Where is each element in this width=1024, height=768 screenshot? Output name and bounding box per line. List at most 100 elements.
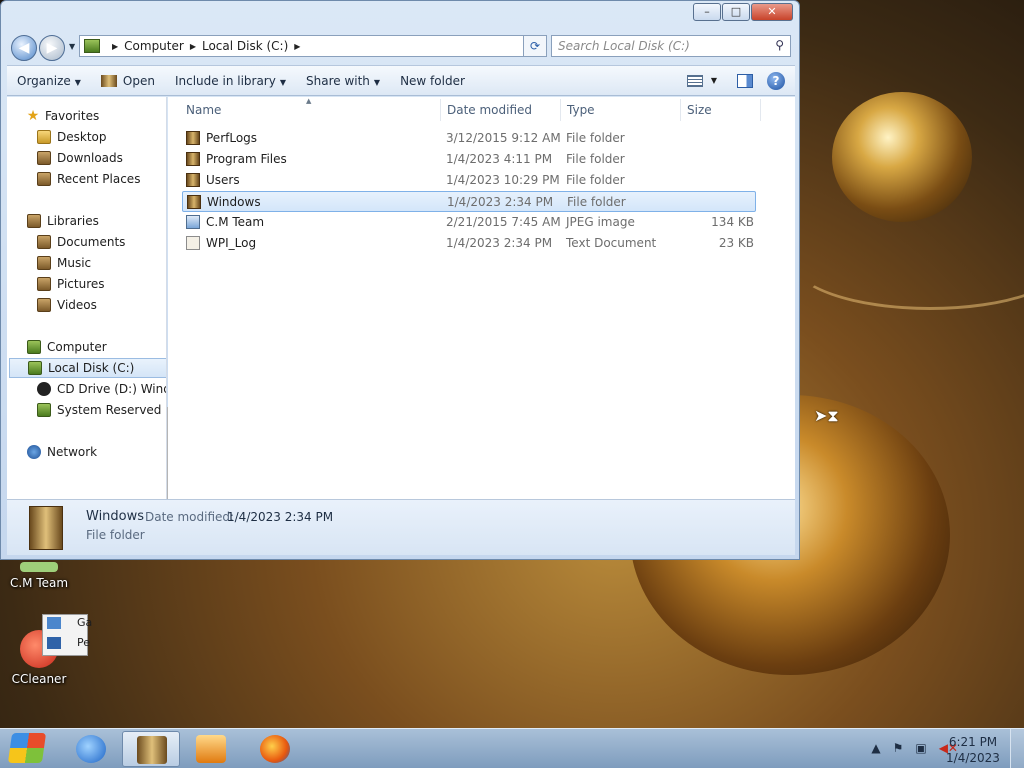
search-placeholder: Search Local Disk (C:) xyxy=(558,39,690,53)
address-bar[interactable]: ▶ Computer ▶ Local Disk (C:) ▶ ▼ xyxy=(79,35,547,57)
cd-drive-icon xyxy=(37,382,51,396)
column-header-date[interactable]: Date modified xyxy=(447,103,532,117)
folder-icon xyxy=(186,152,200,166)
file-size: 23 KB xyxy=(718,236,754,250)
breadcrumb-computer[interactable]: Computer xyxy=(124,39,184,53)
nav-network[interactable]: Network xyxy=(27,442,97,462)
nav-cd-drive[interactable]: CD Drive (D:) Windo xyxy=(37,379,166,399)
menu-item-fragment[interactable]: Pe xyxy=(77,636,90,649)
nav-label: Libraries xyxy=(47,214,99,228)
include-in-library-button[interactable]: Include in library ▼ xyxy=(165,74,296,88)
chevron-right-icon[interactable]: ▶ xyxy=(112,42,118,51)
file-row-wpi-log[interactable]: WPI_Log 1/4/2023 2:34 PM Text Document 2… xyxy=(182,233,756,254)
taskbar-firefox[interactable] xyxy=(246,731,304,767)
busy-cursor-icon: ➤⧗ xyxy=(814,406,839,425)
music-icon xyxy=(37,256,51,270)
folder-icon xyxy=(186,173,200,187)
column-divider[interactable] xyxy=(760,99,761,121)
nav-libraries[interactable]: Libraries xyxy=(27,211,99,231)
chevron-right-icon[interactable]: ▶ xyxy=(190,42,196,51)
network-status-icon[interactable]: ▣ xyxy=(915,741,926,755)
folder-icon xyxy=(187,195,201,209)
open-button[interactable]: Open xyxy=(91,74,165,88)
new-folder-button[interactable]: New folder xyxy=(390,74,475,88)
chevron-down-icon[interactable]: ▼ xyxy=(711,76,717,85)
taskbar-media-player[interactable] xyxy=(182,731,240,767)
nav-music[interactable]: Music xyxy=(37,253,91,273)
search-input[interactable]: Search Local Disk (C:) ⚲ xyxy=(551,35,791,57)
breadcrumb-local-disk[interactable]: Local Disk (C:) xyxy=(202,39,288,53)
desktop-icon-cm-team[interactable]: C.M Team xyxy=(4,562,74,590)
toolbar-right: ▼ ? xyxy=(679,71,795,90)
maximize-button[interactable]: □ xyxy=(722,3,750,21)
include-label: Include in library xyxy=(174,73,276,88)
close-button[interactable]: ✕ xyxy=(751,3,793,21)
nav-label: Videos xyxy=(57,298,97,312)
nav-favorites[interactable]: ★ Favorites xyxy=(25,106,100,126)
forward-button[interactable]: ▶ xyxy=(39,35,65,61)
nav-recent-places[interactable]: Recent Places xyxy=(37,169,140,189)
navigation-bar: ◀ ▶ ▼ ▶ Computer ▶ Local Disk (C:) ▶ ▼ ⟳… xyxy=(7,33,795,61)
file-row-users[interactable]: Users 1/4/2023 10:29 PM File folder xyxy=(182,170,756,191)
change-view-icon[interactable] xyxy=(686,74,703,87)
file-size: 134 KB xyxy=(711,215,754,229)
nav-label: Pictures xyxy=(57,277,105,291)
back-button[interactable]: ◀ xyxy=(11,35,37,61)
chevron-right-icon[interactable]: ▶ xyxy=(294,42,300,51)
help-icon[interactable]: ? xyxy=(767,71,785,90)
clock[interactable]: 6:21 PM 1/4/2023 xyxy=(938,734,1008,766)
command-bar: Organize ▼ Open Include in library ▼ Share… xyxy=(7,65,795,96)
nav-computer[interactable]: Computer xyxy=(27,337,107,357)
column-header-size[interactable]: Size xyxy=(687,103,712,117)
videos-icon xyxy=(37,298,51,312)
recent-places-icon xyxy=(37,172,51,186)
file-row-program-files[interactable]: Program Files 1/4/2023 4:11 PM File fold… xyxy=(182,149,756,170)
show-hidden-icons-icon[interactable]: ▲ xyxy=(871,741,880,755)
file-row-perflogs[interactable]: PerfLogs 3/12/2015 9:12 AM File folder xyxy=(182,128,756,149)
pictures-icon xyxy=(37,277,51,291)
context-menu-fragment: Ga Pe xyxy=(42,614,92,656)
file-row-cm-team[interactable]: C.M Team 2/21/2015 7:45 AM JPEG image 13… xyxy=(182,212,756,233)
folder-icon xyxy=(186,131,200,145)
minimize-button[interactable]: – xyxy=(693,3,721,21)
star-icon: ★ xyxy=(26,108,40,124)
share-with-button[interactable]: Share with ▼ xyxy=(296,74,390,88)
firefox-icon xyxy=(260,735,290,763)
nav-system-reserved[interactable]: System Reserved (Q: xyxy=(37,400,166,420)
details-modified-label: Date modified: xyxy=(145,510,235,524)
nav-desktop[interactable]: Desktop xyxy=(37,127,107,147)
file-name: WPI_Log xyxy=(206,236,257,250)
file-type: File folder xyxy=(567,195,626,209)
column-divider[interactable] xyxy=(440,99,441,121)
column-header-type[interactable]: Type xyxy=(567,103,595,117)
action-center-flag-icon[interactable]: ⚑ xyxy=(893,741,904,755)
network-icon xyxy=(27,445,41,459)
column-divider[interactable] xyxy=(680,99,681,121)
taskbar-windows-explorer[interactable] xyxy=(122,731,180,767)
file-type: File folder xyxy=(566,173,625,187)
preview-pane-icon[interactable] xyxy=(737,73,753,88)
refresh-button[interactable]: ⟳ xyxy=(523,35,547,57)
nav-videos[interactable]: Videos xyxy=(37,295,97,315)
menu-item-fragment[interactable]: Ga xyxy=(77,616,92,629)
search-icon[interactable]: ⚲ xyxy=(775,38,784,52)
folder-large-icon xyxy=(29,506,63,550)
recent-pages-dropdown[interactable]: ▼ xyxy=(69,42,75,51)
nav-downloads[interactable]: Downloads xyxy=(37,148,123,168)
nav-local-disk[interactable]: Local Disk (C:) xyxy=(9,358,166,378)
nav-documents[interactable]: Documents xyxy=(37,232,125,252)
show-desktop-button[interactable] xyxy=(1010,729,1024,768)
desktop-icon-label: CCleaner xyxy=(11,672,67,686)
nav-pictures[interactable]: Pictures xyxy=(37,274,105,294)
column-header-name[interactable]: Name xyxy=(186,103,221,117)
file-date: 2/21/2015 7:45 AM xyxy=(446,215,561,229)
file-row-windows[interactable]: Windows 1/4/2023 2:34 PM File folder xyxy=(182,191,756,212)
wallpaper-swirl xyxy=(790,210,1024,310)
chevron-down-icon: ▼ xyxy=(279,77,286,87)
start-button[interactable] xyxy=(2,729,54,768)
taskbar: ▲ ⚑ ▣ ◀✕ 6:21 PM 1/4/2023 xyxy=(0,728,1024,768)
taskbar-internet-explorer[interactable] xyxy=(62,731,120,767)
column-divider[interactable] xyxy=(560,99,561,121)
organize-button[interactable]: Organize ▼ xyxy=(7,74,91,88)
file-name: Users xyxy=(206,173,240,187)
